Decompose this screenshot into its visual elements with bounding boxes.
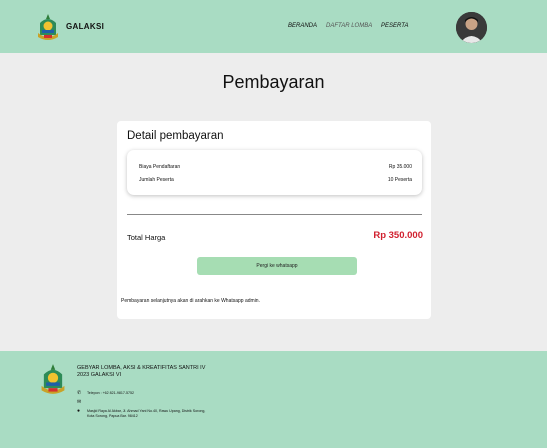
footer-address: ● Masjid Raya Al Akbar, Jl. Ahmad Yani N… <box>77 409 205 419</box>
location-pin-icon: ● <box>77 408 81 414</box>
payment-card: Detail pembayaran Biaya Pendaftaran Rp 3… <box>117 121 431 319</box>
galaksi-logo-icon[interactable] <box>36 13 60 41</box>
nav-beranda[interactable]: BERANDA <box>288 23 317 29</box>
user-photo-icon <box>456 12 487 43</box>
nav-daftar-lomba[interactable]: DAFTAR LOMBA <box>326 23 372 29</box>
footer-email: ✉ <box>77 400 87 405</box>
nav-peserta[interactable]: PESERTA <box>381 23 408 29</box>
footer: GEBYAR LOMBA, AKSI & KREATIFITAS SANTRI … <box>0 351 547 448</box>
payment-detail-box: Biaya Pendaftaran Rp 35.000 Jumlah Peser… <box>127 150 422 195</box>
footer-address-text: Masjid Raya Al Akbar, Jl. Ahmad Yani No.… <box>87 409 205 419</box>
page-title: Pembayaran <box>222 72 325 92</box>
detail-label: Biaya Pendaftaran <box>139 164 181 170</box>
top-header: GALAKSI BERANDA DAFTAR LOMBA PESERTA <box>0 0 547 53</box>
footer-title-line1: GEBYAR LOMBA, AKSI & KREATIFITAS SANTRI … <box>77 365 206 371</box>
user-avatar[interactable] <box>456 12 487 43</box>
detail-row: Jumlah Peserta 10 Peserta <box>139 177 412 183</box>
footer-phone-text[interactable]: Telepon : +62 821-9817-5752 <box>87 391 134 396</box>
detail-row: Biaya Pendaftaran Rp 35.000 <box>139 164 412 170</box>
phone-icon: ✆ <box>77 390 82 396</box>
footer-phone: ✆ Telepon : +62 821-9817-5752 <box>77 391 134 396</box>
detail-label: Jumlah Peserta <box>139 177 174 183</box>
footer-title: GEBYAR LOMBA, AKSI & KREATIFITAS SANTRI … <box>77 365 205 378</box>
total-label: Total Harga <box>127 233 166 242</box>
total-value: Rp 350.000 <box>373 230 423 241</box>
footer-title-line2: 2023 GALAKSI VI <box>77 371 122 378</box>
mail-icon[interactable]: ✉ <box>77 400 83 405</box>
whatsapp-button[interactable]: Pergi ke whatsapp <box>197 257 357 275</box>
galaksi-footer-logo-icon <box>41 364 65 394</box>
brand-name: GALAKSI <box>66 22 105 31</box>
card-title: Detail pembayaran <box>127 130 224 142</box>
detail-value: 10 Peserta <box>387 177 412 183</box>
payment-note: Pembayaran selanjutnya akan di arahkan k… <box>121 298 260 304</box>
detail-value: Rp 35.000 <box>388 164 412 170</box>
footer-address-line2: Kota Sorong, Papua Bar. 98412 <box>87 414 138 418</box>
divider <box>127 214 422 215</box>
